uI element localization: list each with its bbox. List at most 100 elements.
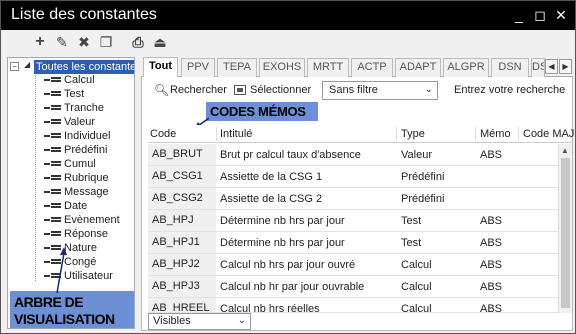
tab-dsn[interactable]: DSN (491, 58, 529, 77)
tab-scroll-right-icon[interactable]: ▶ (559, 59, 572, 74)
constant-node-icon (44, 189, 62, 195)
constant-node-icon (44, 161, 62, 167)
search-icon: 🔍︎ (154, 83, 170, 97)
tab-adapt[interactable]: ADAPT (395, 58, 441, 77)
cell-type: Test (401, 215, 422, 227)
scrollbar-thumb[interactable] (561, 158, 570, 308)
filter-select[interactable]: Sans filtre ⌄ (322, 81, 438, 100)
cell-type: Test (401, 237, 422, 249)
tab-mrtt[interactable]: MRTT (307, 58, 349, 77)
constant-node-icon (44, 105, 62, 111)
table-row[interactable]: AB_HPJ1 Détermine nb hrs par jour Test A… (148, 232, 558, 254)
tab-dsn1[interactable]: DSN1 (531, 58, 545, 77)
tree-item-conge[interactable]: Congé (8, 255, 134, 269)
column-header-code-maj[interactable]: Code MAJ (523, 128, 574, 140)
close-button[interactable]: ✕ (552, 6, 570, 24)
plus-icon[interactable]: + (31, 33, 49, 51)
cell-type: Valeur (401, 149, 432, 161)
cell-code: AB_HREEL (148, 298, 216, 312)
tree-root-item[interactable]: − ◢ Toutes les constantes (10, 60, 134, 74)
tree-item-label: Cumul (64, 158, 96, 170)
tree-item-calcul[interactable]: Calcul (8, 73, 134, 87)
select-button-label: Sélectionner (250, 84, 312, 96)
table-row[interactable]: AB_HREEL Calcul nb hrs réelles Calcul AB… (148, 298, 558, 313)
tab-bar: Tout PPV TEPA EXOHS MRTT ACTP ADAPT ALGP… (141, 57, 573, 78)
content-area: 🔍︎ Rechercher Sélectionner Sans filtre ⌄… (141, 77, 574, 331)
tree-item-label: Rubrique (64, 172, 109, 184)
table-row[interactable]: AB_HPJ Détermine nb hrs par jour Test AB… (148, 210, 558, 232)
cell-memo: ABS (480, 259, 503, 271)
scroll-up-icon[interactable]: ▲ (561, 146, 569, 155)
cell-intitule: Assiette de la CSG 2 (220, 193, 323, 205)
visibility-select[interactable]: Visibles ⌄ (148, 313, 251, 330)
window-title: Liste des constantes (11, 6, 157, 23)
constant-node-icon (44, 91, 62, 97)
cell-intitule: Calcul nb hr par jour ouvrable (220, 281, 365, 293)
tree-item-test[interactable]: Test (8, 87, 134, 101)
tree-item-label: Date (64, 200, 88, 212)
constant-node-icon (44, 77, 62, 83)
constant-node-icon (44, 133, 62, 139)
tab-tepa[interactable]: TEPA (217, 58, 257, 77)
table-header: Code Intitulé Type Mémo Code MAJ (148, 125, 574, 143)
pencil-icon[interactable]: ✎ (53, 33, 71, 51)
tree-item-cumul[interactable]: Cumul (8, 157, 134, 171)
constant-node-icon (44, 231, 62, 237)
vertical-scrollbar[interactable]: ▲ (558, 144, 572, 313)
table-row[interactable]: AB_HPJ3 Calcul nb hr par jour ouvrable C… (148, 276, 558, 298)
tree-item-reponse[interactable]: Réponse (8, 227, 134, 241)
column-separator (396, 127, 397, 141)
table-row[interactable]: AB_HPJ2 Calcul nb hrs par jour ouvré Cal… (148, 254, 558, 276)
column-header-code[interactable]: Code (150, 128, 176, 140)
tab-algpr[interactable]: ALGPR (443, 58, 489, 77)
search-input[interactable]: Entrez votre recherche (454, 84, 565, 96)
tree-item-label: Evènement (64, 214, 120, 226)
column-separator (475, 127, 476, 141)
tab-actp[interactable]: ACTP (351, 58, 393, 77)
search-button-label: Rechercher (170, 84, 227, 96)
tree-item-label: Test (64, 88, 85, 100)
maximize-button[interactable]: ◻ (531, 6, 549, 24)
cell-memo: ABS (480, 149, 503, 161)
tab-exohs[interactable]: EXOHS (259, 58, 305, 77)
tree-item-message[interactable]: Message (8, 185, 134, 199)
table-row[interactable]: AB_CSG2 Assiette de la CSG 2 Prédéfini (148, 188, 558, 210)
cell-memo: ABS (480, 215, 503, 227)
table-row[interactable]: AB_CSG1 Assiette de la CSG 1 Prédéfini (148, 166, 558, 188)
tree-item-predefini[interactable]: Prédéfini (8, 143, 134, 157)
duplicate-icon[interactable]: ❐ (97, 33, 115, 51)
delete-icon[interactable]: ✖ (75, 33, 93, 51)
tree-item-individuel[interactable]: Individuel (8, 129, 134, 143)
cell-intitule: Brut pr calcul taux d'absence (220, 149, 361, 161)
cell-type: Calcul (401, 281, 432, 293)
export-icon[interactable]: ⏏ (151, 33, 169, 51)
tree-item-nature[interactable]: Nature (8, 241, 134, 255)
column-separator (518, 127, 519, 141)
table-row[interactable]: AB_BRUT Brut pr calcul taux d'absence Va… (148, 144, 558, 166)
constants-window: Liste des constantes _ ◻ ✕ + ✎ ✖ ❐ ⎙ ⏏ −… (0, 0, 576, 334)
cell-memo: ABS (480, 303, 503, 313)
print-icon[interactable]: ⎙ (129, 33, 147, 51)
column-header-intitule[interactable]: Intitulé (220, 128, 252, 140)
cell-code: AB_HPJ2 (148, 254, 216, 275)
tree-item-utilisateur[interactable]: Utilisateur (8, 269, 134, 283)
codes-annotation-label: CODES MÉMOS (210, 104, 306, 119)
cell-type: Calcul (401, 303, 432, 313)
column-header-type[interactable]: Type (401, 128, 425, 140)
tab-ppv[interactable]: PPV (181, 58, 215, 77)
tree-item-label: Tranche (64, 102, 104, 114)
tree-item-rubrique[interactable]: Rubrique (8, 171, 134, 185)
tree-item-date[interactable]: Date (8, 199, 134, 213)
column-header-memo[interactable]: Mémo (480, 128, 511, 140)
tree-item-valeur[interactable]: Valeur (8, 115, 134, 129)
annotation-arrow-icon (56, 247, 67, 294)
tree-item-tranche[interactable]: Tranche (8, 101, 134, 115)
cell-code: AB_CSG1 (148, 166, 216, 187)
collapse-icon[interactable]: − (10, 62, 19, 71)
tree-item-evenement[interactable]: Evènement (8, 213, 134, 227)
minimize-button[interactable]: _ (510, 6, 528, 24)
tab-scroll-left-icon[interactable]: ◀ (545, 59, 558, 74)
tree-panel: − ◢ Toutes les constantes Calcul Test Tr… (7, 57, 135, 329)
tab-tout[interactable]: Tout (143, 57, 178, 78)
tree-annotation-line1: ARBRE DE (14, 294, 84, 310)
